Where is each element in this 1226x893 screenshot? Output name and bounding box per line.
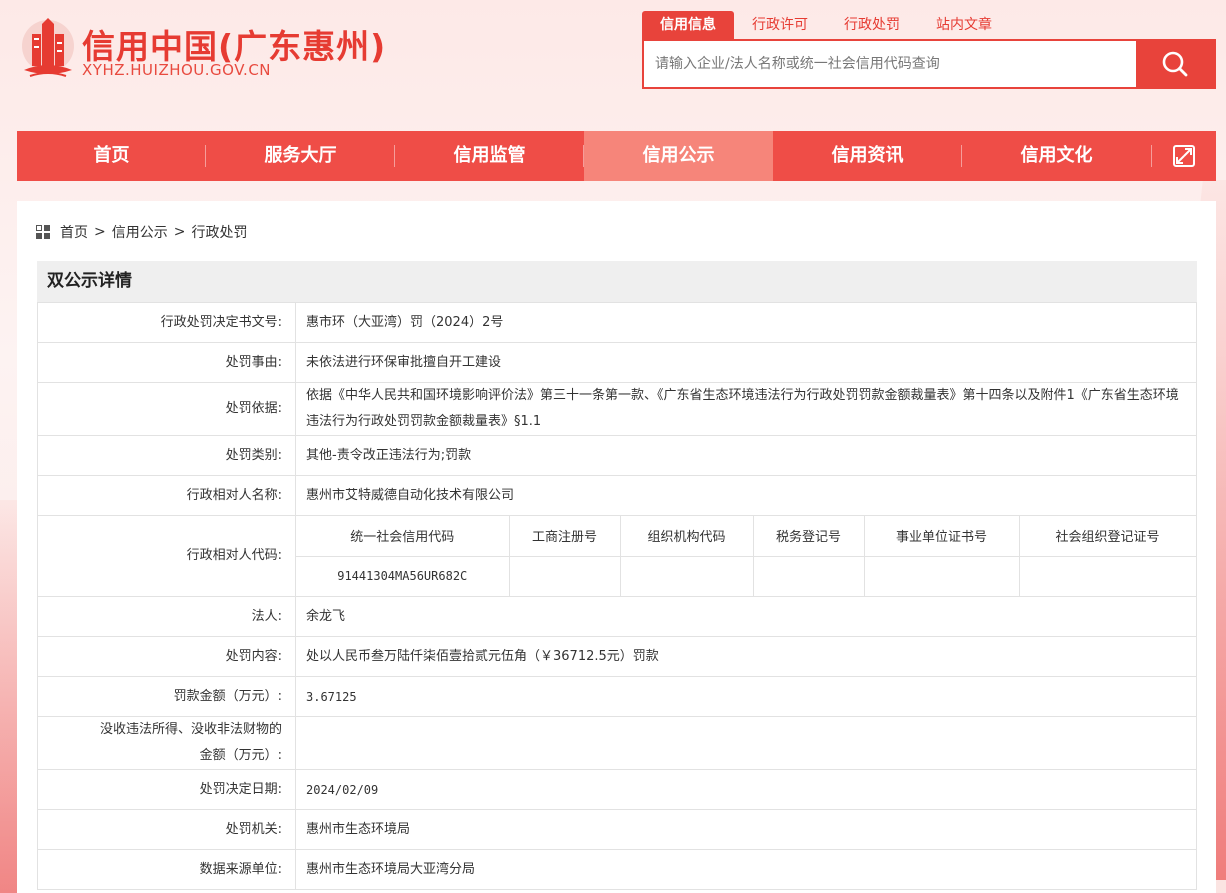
tax-reg-value [752,555,865,596]
field-label: 行政相对人名称: [37,475,296,516]
field-label: 处罚类别: [37,435,296,476]
party-code-cell: 统一社会信用代码 工商注册号 组织机构代码 税务登记号 事业单位证书号 社会组织… [295,515,1197,597]
authority-value: 惠州市生态环境局 [295,809,1197,850]
legal-person-value: 余龙飞 [295,596,1197,637]
confiscation-label-line2: 金额（万元）: [199,748,282,763]
column-header: 工商注册号 [508,516,621,557]
nav-item-credit-news[interactable]: 信用资讯 [773,131,962,181]
search-area: 信用信息 行政许可 行政处罚 站内文章 [642,11,1216,89]
column-header: 社会组织登记证号 [1018,516,1197,557]
main-nav: 首页 服务大厅 信用监管 信用公示 信用资讯 信用文化 [17,131,1216,181]
breadcrumb: 首页 > 信用公示 > 行政处罚 [36,222,247,242]
org-code-value [619,555,754,596]
confiscation-label-line1: 没收违法所得、没收非法财物的 [99,722,282,737]
search-input[interactable] [644,41,1136,87]
table-row: 行政处罚决定书文号: 惠市环（大亚湾）罚（2024）2号 [37,302,1197,343]
field-label: 罚款金额（万元）: [37,676,296,717]
confiscation-value [295,716,1197,770]
credit-code-value: 91441304MA56UR682C [296,555,510,596]
penalty-content-value: 处以人民币叁万陆仟柒佰壹拾贰元伍角（￥36712.5元）罚款 [295,636,1197,677]
data-source-value: 惠州市生态环境局大亚湾分局 [295,849,1197,890]
nav-item-credit-supervision[interactable]: 信用监管 [395,131,584,181]
detail-table: 行政处罚决定书文号: 惠市环（大亚湾）罚（2024）2号 处罚事由: 未依法进行… [37,302,1197,890]
expand-icon [1172,145,1195,167]
search-tab-site-articles[interactable]: 站内文章 [918,11,1010,39]
table-row: 处罚内容: 处以人民币叁万陆仟柒佰壹拾贰元伍角（￥36712.5元）罚款 [37,636,1197,677]
nav-expand-button[interactable] [1151,131,1216,181]
column-header: 组织机构代码 [619,516,754,557]
breadcrumb-separator: > [94,224,106,240]
penalty-basis-value: 依据《中华人民共和国环境影响评价法》第三十一条第一款、《广东省生态环境违法行为行… [295,382,1197,436]
social-org-reg-value [1018,555,1197,596]
grid-icon [36,225,50,239]
field-label: 数据来源单位: [37,849,296,890]
search-icon [1162,51,1188,77]
search-tab-admin-penalty[interactable]: 行政处罚 [826,11,918,39]
site-domain: XYHZ.HUIZHOU.GOV.CN [82,61,272,79]
penalty-category-value: 其他-责令改正违法行为;罚款 [295,435,1197,476]
search-tab-credit-info[interactable]: 信用信息 [642,11,734,39]
business-reg-value [508,555,621,596]
table-row: 处罚事由: 未依法进行环保审批擅自开工建设 [37,342,1197,383]
decision-date-value: 2024/02/09 [295,769,1197,810]
content-panel: 首页 > 信用公示 > 行政处罚 双公示详情 行政处罚决定书文号: 惠市环（大亚… [17,201,1216,893]
search-tabs: 信用信息 行政许可 行政处罚 站内文章 [642,11,1010,39]
search-box [642,39,1216,89]
nav-item-credit-culture[interactable]: 信用文化 [962,131,1151,181]
page: 信用中国(广东惠州) XYHZ.HUIZHOU.GOV.CN 信用信息 行政许可… [0,0,1226,893]
table-row: 没收违法所得、没收非法财物的 金额（万元）: [37,716,1197,770]
logo-emblem-icon [22,18,74,77]
field-label: 处罚内容: [37,636,296,677]
breadcrumb-credit-publicity[interactable]: 信用公示 [112,222,168,242]
column-header: 事业单位证书号 [863,516,1020,557]
field-label: 行政处罚决定书文号: [37,302,296,343]
nav-item-home[interactable]: 首页 [17,131,206,181]
table-row: 罚款金额（万元）: 3.67125 [37,676,1197,717]
institution-cert-value [863,555,1020,596]
field-label: 行政相对人代码: [37,515,296,597]
table-row: 行政相对人代码: 统一社会信用代码 工商注册号 组织机构代码 税务登记号 事业单… [37,515,1197,597]
field-label: 没收违法所得、没收非法财物的 金额（万元）: [37,716,296,770]
breadcrumb-home[interactable]: 首页 [60,222,88,242]
table-row: 行政相对人名称: 惠州市艾特威德自动化技术有限公司 [37,475,1197,516]
field-label: 处罚事由: [37,342,296,383]
table-row: 处罚机关: 惠州市生态环境局 [37,809,1197,850]
field-label: 处罚机关: [37,809,296,850]
table-row: 统一社会信用代码 工商注册号 组织机构代码 税务登记号 事业单位证书号 社会组织… [296,516,1197,557]
table-row: 法人: 余龙飞 [37,596,1197,637]
field-label: 处罚决定日期: [37,769,296,810]
table-row: 处罚类别: 其他-责令改正违法行为;罚款 [37,435,1197,476]
nav-item-credit-publicity[interactable]: 信用公示 [584,131,773,181]
table-row: 数据来源单位: 惠州市生态环境局大亚湾分局 [37,849,1197,890]
table-row: 91441304MA56UR682C [296,555,1197,596]
search-tab-admin-license[interactable]: 行政许可 [734,11,826,39]
penalty-reason-value: 未依法进行环保审批擅自开工建设 [295,342,1197,383]
site-logo[interactable]: 信用中国(广东惠州) XYHZ.HUIZHOU.GOV.CN [20,14,385,84]
field-label: 法人: [37,596,296,637]
decision-number-value: 惠市环（大亚湾）罚（2024）2号 [295,302,1197,343]
fine-amount-value: 3.67125 [295,676,1197,717]
table-row: 处罚决定日期: 2024/02/09 [37,769,1197,810]
nav-item-service-hall[interactable]: 服务大厅 [206,131,395,181]
search-button[interactable] [1136,41,1214,87]
column-header: 统一社会信用代码 [296,516,510,557]
breadcrumb-separator: > [173,224,186,240]
party-name-value: 惠州市艾特威德自动化技术有限公司 [295,475,1197,516]
field-label: 处罚依据: [37,382,296,436]
party-code-table: 统一社会信用代码 工商注册号 组织机构代码 税务登记号 事业单位证书号 社会组织… [296,516,1197,596]
column-header: 税务登记号 [752,516,865,557]
panel-title: 双公示详情 [37,261,1197,302]
table-row: 处罚依据: 依据《中华人民共和国环境影响评价法》第三十一条第一款、《广东省生态环… [37,382,1197,436]
breadcrumb-admin-penalty: 行政处罚 [191,225,248,241]
